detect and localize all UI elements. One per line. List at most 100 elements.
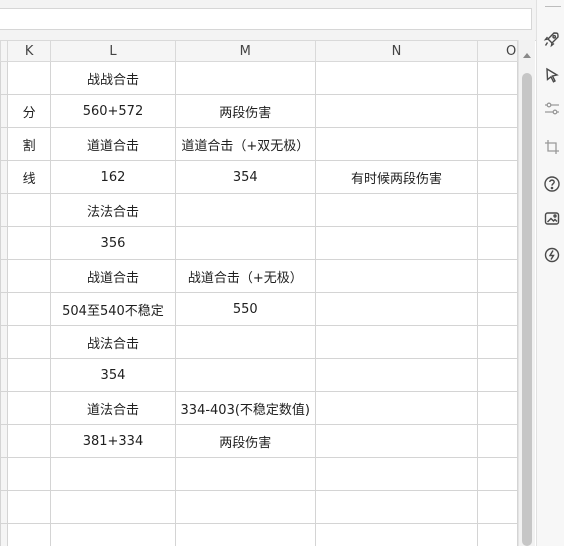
cell-o[interactable] <box>476 259 518 293</box>
crop-icon[interactable] <box>543 138 561 156</box>
cell-l[interactable]: 战法合击 <box>50 325 176 359</box>
cell-m[interactable] <box>174 490 317 524</box>
column-header-o[interactable]: O <box>476 40 518 62</box>
cell-n[interactable] <box>315 457 478 491</box>
cell-m[interactable]: 两段伤害 <box>174 94 317 128</box>
row-header[interactable] <box>0 127 8 161</box>
cell-k[interactable] <box>6 259 52 293</box>
cell-o[interactable] <box>476 94 518 128</box>
cell-l[interactable] <box>50 457 176 491</box>
cell-o[interactable] <box>476 358 518 392</box>
row-header[interactable] <box>0 94 8 128</box>
row-header[interactable] <box>0 61 8 95</box>
cell-o[interactable] <box>476 391 518 425</box>
sliders-icon[interactable] <box>543 100 561 118</box>
cell-n[interactable] <box>315 391 478 425</box>
pointer-icon[interactable] <box>543 66 561 84</box>
cell-o[interactable] <box>476 193 518 227</box>
cell-l[interactable]: 504至540不稳定 <box>50 292 176 326</box>
cell-l[interactable]: 道道合击 <box>50 127 176 161</box>
cell-k[interactable]: 割 <box>6 127 52 161</box>
cell-n[interactable] <box>315 127 478 161</box>
cell-l[interactable]: 战战合击 <box>50 61 176 95</box>
cell-o[interactable] <box>476 160 518 194</box>
cell-o[interactable] <box>476 226 518 260</box>
cell-n[interactable] <box>315 325 478 359</box>
cell-l[interactable]: 356 <box>50 226 176 260</box>
cell-m[interactable] <box>174 457 317 491</box>
cell-k[interactable] <box>6 391 52 425</box>
cell-k[interactable] <box>6 424 52 458</box>
cell-l[interactable] <box>50 490 176 524</box>
cell-o[interactable] <box>476 127 518 161</box>
row-header-corner[interactable] <box>0 40 8 62</box>
row-header[interactable] <box>0 523 8 546</box>
cell-o[interactable] <box>476 457 518 491</box>
cell-n[interactable] <box>315 424 478 458</box>
cell-n[interactable] <box>315 490 478 524</box>
cell-o[interactable] <box>476 424 518 458</box>
cell-m[interactable] <box>174 325 317 359</box>
cell-k[interactable] <box>6 226 52 260</box>
cell-l[interactable]: 道法合击 <box>50 391 176 425</box>
cell-n[interactable] <box>315 94 478 128</box>
cell-o[interactable] <box>476 523 518 546</box>
cell-k[interactable] <box>6 523 52 546</box>
cell-o[interactable] <box>476 61 518 95</box>
column-header-n[interactable]: N <box>315 40 478 62</box>
cell-k[interactable]: 线 <box>6 160 52 194</box>
row-header[interactable] <box>0 193 8 227</box>
column-header-m[interactable]: M <box>174 40 317 62</box>
cell-k[interactable] <box>6 358 52 392</box>
cell-l[interactable]: 381+334 <box>50 424 176 458</box>
row-header[interactable] <box>0 424 8 458</box>
cell-n[interactable] <box>315 523 478 546</box>
cell-n[interactable] <box>315 358 478 392</box>
row-header[interactable] <box>0 226 8 260</box>
cell-k[interactable] <box>6 292 52 326</box>
cell-m[interactable] <box>174 193 317 227</box>
cell-l[interactable] <box>50 523 176 546</box>
cell-o[interactable] <box>476 292 518 326</box>
column-header-k[interactable]: K <box>6 40 52 62</box>
cell-n[interactable] <box>315 193 478 227</box>
cell-l[interactable]: 162 <box>50 160 176 194</box>
row-header[interactable] <box>0 325 8 359</box>
power-icon[interactable] <box>543 246 561 264</box>
cell-o[interactable] <box>476 490 518 524</box>
cell-m[interactable] <box>174 523 317 546</box>
cell-k[interactable] <box>6 457 52 491</box>
cell-k[interactable] <box>6 490 52 524</box>
row-header[interactable] <box>0 391 8 425</box>
cell-m[interactable] <box>174 226 317 260</box>
cell-l[interactable]: 法法合击 <box>50 193 176 227</box>
cell-m[interactable]: 334-403(不稳定数值) <box>174 391 317 425</box>
column-header-l[interactable]: L <box>50 40 176 62</box>
rocket-icon[interactable] <box>543 30 561 48</box>
cell-l[interactable]: 354 <box>50 358 176 392</box>
cell-n[interactable] <box>315 259 478 293</box>
cell-n[interactable] <box>315 292 478 326</box>
row-header[interactable] <box>0 490 8 524</box>
cell-n[interactable] <box>315 226 478 260</box>
gallery-icon[interactable] <box>543 210 561 228</box>
cell-l[interactable]: 560+572 <box>50 94 176 128</box>
row-header[interactable] <box>0 292 8 326</box>
scroll-up-arrow-icon[interactable] <box>523 53 531 58</box>
cell-l[interactable]: 战道合击 <box>50 259 176 293</box>
help-icon[interactable] <box>543 175 561 193</box>
cell-k[interactable] <box>6 193 52 227</box>
vertical-scrollbar[interactable] <box>518 40 535 546</box>
cell-m[interactable] <box>174 61 317 95</box>
cell-k[interactable]: 分 <box>6 94 52 128</box>
row-header[interactable] <box>0 358 8 392</box>
row-header[interactable] <box>0 259 8 293</box>
cell-m[interactable]: 354 <box>174 160 317 194</box>
cell-m[interactable]: 战道合击（+无极） <box>174 259 317 293</box>
formula-input[interactable] <box>0 8 532 30</box>
cell-k[interactable] <box>6 325 52 359</box>
cell-m[interactable]: 两段伤害 <box>174 424 317 458</box>
cell-m[interactable]: 道道合击（+双无极） <box>174 127 317 161</box>
cell-o[interactable] <box>476 325 518 359</box>
cell-m[interactable] <box>174 358 317 392</box>
